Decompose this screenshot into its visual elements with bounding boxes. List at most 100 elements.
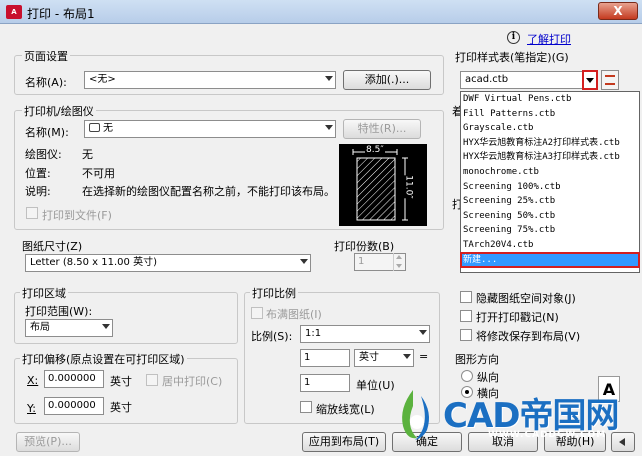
chevron-down-icon (325, 125, 333, 130)
printer-name-label: 名称(M): (25, 126, 69, 139)
chevron-down-icon (300, 259, 308, 264)
autocad-icon: A (6, 5, 22, 19)
scale-value1: 1 (304, 352, 311, 363)
offset-y-unit: 英寸 (110, 401, 132, 414)
learn-print-link[interactable]: 了解打印 (527, 31, 571, 47)
offset-x-label: X: (27, 374, 39, 387)
portrait-label: 纵向 (477, 371, 499, 384)
scale-unit-combo[interactable]: 英寸 (354, 349, 414, 367)
apply-to-layout-button[interactable]: 应用到布局(T) (302, 432, 386, 452)
cad-logo-icon (402, 390, 429, 440)
copies-value: 1 (358, 256, 365, 267)
offset-y-value: 0.000000 (48, 400, 96, 411)
info-icon: i (507, 31, 520, 44)
scale-unit-value: 英寸 (359, 352, 379, 363)
list-item[interactable]: Screening 25%.ctb (461, 194, 639, 209)
plotter-label: 绘图仪: (25, 148, 62, 161)
chevron-up-icon (396, 255, 402, 259)
add-page-setup-button[interactable]: 添加(.)... (343, 70, 431, 90)
location-label: 位置: (25, 167, 51, 180)
scale-value2: 1 (304, 377, 311, 388)
list-item[interactable]: Screening 75%.ctb (461, 223, 639, 238)
plot-stamp-checkbox[interactable] (460, 310, 472, 322)
print-to-file-checkbox[interactable] (26, 207, 38, 219)
scale-value: 1:1 (305, 328, 322, 339)
printer-combo[interactable]: 无 (84, 120, 336, 138)
chevron-down-icon (586, 78, 594, 83)
fit-paper-label: 布满图纸(I) (266, 308, 322, 321)
paper-size-combo[interactable]: Letter (8.50 x 11.00 英寸) (25, 254, 311, 272)
plot-style-label: 打印样式表(笔指定)(G) (455, 51, 569, 64)
plot-range-combo[interactable]: 布局 (25, 319, 113, 337)
window-title: 打印 - 布局1 (27, 7, 95, 21)
list-item[interactable]: monochrome.ctb (461, 165, 639, 180)
scale-unit2-label: 单位(U) (356, 379, 395, 392)
save-changes-label: 将修改保存到布局(V) (476, 330, 581, 343)
scale-label: 比例(S): (251, 330, 293, 343)
hide-paperspace-checkbox[interactable] (460, 291, 472, 303)
list-item[interactable]: HYX华云旭教育标注A2打印样式表.ctb (461, 136, 639, 151)
list-item[interactable]: Screening 50%.ctb (461, 209, 639, 224)
list-item[interactable]: HYX华云旭教育标注A3打印样式表.ctb (461, 150, 639, 165)
description-label: 说明: (25, 185, 51, 198)
list-item[interactable]: Fill Patterns.ctb (461, 107, 639, 122)
paper-size-label: 图纸尺寸(Z) (22, 240, 83, 253)
paper-preview: 8.5″ 11.0″ (339, 144, 427, 226)
plotter-value: 无 (82, 148, 93, 161)
watermark-url: WWW.CADDGW.COM (488, 430, 607, 440)
plot-scale-label: 打印比例 (250, 285, 298, 301)
copies-spinner[interactable] (393, 253, 406, 271)
plot-style-value: acad.ctb (465, 74, 509, 85)
center-plot-label: 居中打印(C) (162, 375, 223, 388)
offset-x-input[interactable]: 0.000000 (44, 370, 104, 388)
offset-y-input[interactable]: 0.000000 (44, 397, 104, 415)
scale-combo[interactable]: 1:1 (300, 325, 430, 343)
scale-lineweight-checkbox[interactable] (300, 401, 312, 413)
list-item[interactable]: Grayscale.ctb (461, 121, 639, 136)
plot-stamp-label: 打开打印戳记(N) (476, 311, 559, 324)
copies-label: 打印份数(B) (334, 240, 395, 253)
plot-offset-label: 打印偏移(原点设置在可打印区域) (20, 351, 187, 367)
list-item[interactable]: DWF Virtual Pens.ctb (461, 92, 639, 107)
offset-x-unit: 英寸 (110, 375, 132, 388)
preview-height-label: 11.0″ (403, 175, 414, 199)
printer-group-label: 打印机/绘图仪 (22, 103, 96, 119)
printer-icon (89, 123, 100, 132)
location-value: 不可用 (82, 167, 115, 180)
printer-properties-button[interactable]: 特性(R)... (343, 119, 421, 139)
preview-button[interactable]: 预览(P)... (16, 432, 80, 452)
paper-preview-drawing (352, 149, 408, 221)
list-item[interactable]: TArch20V4.ctb (461, 238, 639, 253)
plot-style-combo[interactable]: acad.ctb (460, 71, 597, 89)
scale-value1-input[interactable]: 1 (300, 349, 350, 367)
preview-width-label: 8.5″ (365, 145, 385, 155)
edit-table-icon (605, 75, 615, 85)
chevron-down-icon (403, 354, 411, 359)
save-changes-checkbox[interactable] (460, 329, 472, 341)
center-plot-checkbox[interactable] (146, 374, 158, 386)
scale-value2-input[interactable]: 1 (300, 374, 350, 392)
orientation-label: 图形方向 (455, 353, 499, 366)
close-button[interactable]: X (598, 2, 638, 20)
plot-style-dropdown-toggle[interactable] (582, 70, 598, 90)
list-item[interactable]: Screening 100%.ctb (461, 180, 639, 195)
description-value: 在选择新的绘图仪配置名称之前，不能打印该布局。 (82, 185, 335, 198)
paper-size-value: Letter (8.50 x 11.00 英寸) (30, 257, 157, 268)
plot-range-value: 布局 (30, 322, 50, 333)
print-to-file-label: 打印到文件(F) (42, 209, 112, 222)
printer-combo-value: 无 (103, 123, 113, 134)
hide-paperspace-label: 隐藏图纸空间对象(J) (476, 292, 576, 305)
watermark: CAD帝国网 WWW.CADDGW.COM (393, 386, 623, 450)
offset-y-label: Y: (27, 402, 36, 415)
page-setup-name-label: 名称(A): (25, 76, 67, 89)
new-plot-style-item[interactable]: 新建... (460, 251, 640, 269)
chevron-down-icon (102, 324, 110, 329)
page-setup-label: 页面设置 (22, 48, 70, 64)
scale-equals: = (419, 350, 429, 363)
portrait-radio[interactable] (461, 370, 473, 382)
chevron-down-icon (419, 330, 427, 335)
page-setup-combo-value: <无> (89, 74, 116, 85)
edit-plot-style-button[interactable] (601, 70, 619, 90)
fit-paper-checkbox[interactable] (251, 307, 263, 319)
page-setup-combo[interactable]: <无> (84, 71, 336, 89)
